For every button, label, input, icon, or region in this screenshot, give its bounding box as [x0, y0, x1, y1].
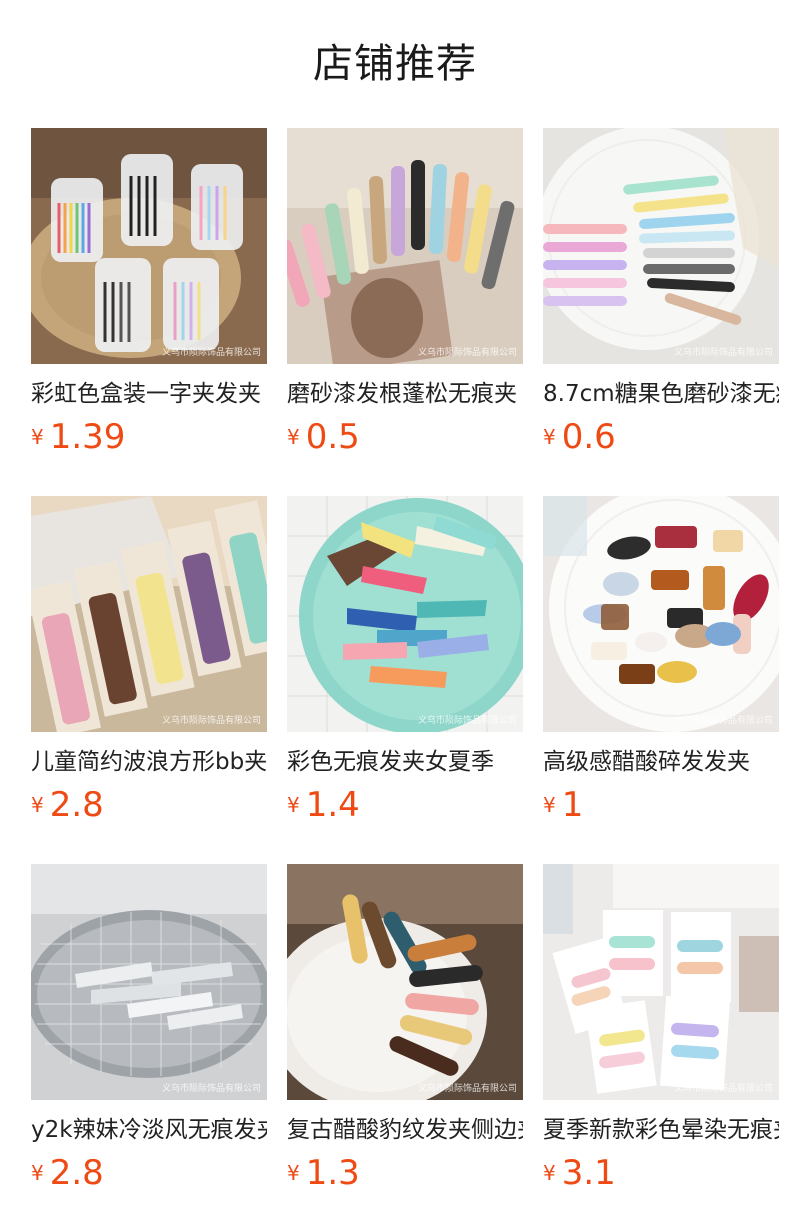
product-image[interactable]: 义乌市陨际饰品有限公司	[543, 128, 779, 364]
wave-bb-clips-image	[31, 496, 267, 732]
colorful-seamless-clips-image	[287, 496, 523, 732]
product-card[interactable]: 义乌市陨际饰品有限公司 8.7cm糖果色磨砂漆无痕夹 ¥0.6	[543, 128, 779, 458]
product-image[interactable]: 义乌市陨际饰品有限公司	[31, 496, 267, 732]
product-price: ¥1.3	[287, 1152, 360, 1194]
product-name[interactable]: 儿童简约波浪方形bb夹	[31, 746, 267, 778]
rainbow-boxed-clips-image	[31, 128, 267, 364]
price-amount: 1.39	[49, 417, 126, 457]
product-image[interactable]: 义乌市陨际饰品有限公司	[31, 864, 267, 1100]
image-watermark: 义乌市陨际饰品有限公司	[161, 716, 261, 726]
currency-symbol: ¥	[31, 1161, 44, 1185]
product-name[interactable]: 彩色无痕发夹女夏季	[287, 746, 523, 778]
currency-symbol: ¥	[543, 1161, 556, 1185]
matte-root-clips-image	[287, 128, 523, 364]
product-name[interactable]: 复古醋酸豹纹发夹侧边夹	[287, 1114, 523, 1146]
gradient-dye-clips-image	[543, 864, 779, 1100]
product-image[interactable]: 义乌市陨际饰品有限公司	[543, 496, 779, 732]
acetate-clips-image	[543, 496, 779, 732]
product-image[interactable]: 义乌市陨际饰品有限公司	[543, 864, 779, 1100]
product-card[interactable]: 义乌市陨际饰品有限公司 y2k辣妹冷淡风无痕发夹 ¥2.8	[31, 864, 267, 1194]
product-price: ¥3.1	[543, 1152, 616, 1194]
silver-clips-basket-image	[31, 864, 267, 1100]
product-card[interactable]: 义乌市陨际饰品有限公司 高级感醋酸碎发发夹 ¥1	[543, 496, 779, 826]
candy-color-clips-image	[543, 128, 779, 364]
image-watermark: 义乌市陨际饰品有限公司	[417, 716, 517, 726]
product-price: ¥1.39	[31, 416, 125, 458]
product-price: ¥1	[543, 784, 583, 826]
price-amount: 2.8	[49, 785, 104, 825]
product-name[interactable]: 彩虹色盒装一字夹发夹	[31, 378, 267, 410]
product-name[interactable]: 磨砂漆发根蓬松无痕夹	[287, 378, 523, 410]
product-price: ¥2.8	[31, 784, 104, 826]
currency-symbol: ¥	[287, 1161, 300, 1185]
product-name[interactable]: 夏季新款彩色晕染无痕夹	[543, 1114, 779, 1146]
section-title: 店铺推荐	[313, 41, 477, 87]
image-watermark: 义乌市陨际饰品有限公司	[673, 348, 773, 358]
currency-symbol: ¥	[31, 425, 44, 449]
image-watermark: 义乌市陨际饰品有限公司	[417, 1084, 517, 1094]
product-card[interactable]: 义乌市陨际饰品有限公司 复古醋酸豹纹发夹侧边夹 ¥1.3	[287, 864, 523, 1194]
currency-symbol: ¥	[543, 425, 556, 449]
product-name[interactable]: 8.7cm糖果色磨砂漆无痕夹	[543, 378, 779, 410]
image-watermark: 义乌市陨际饰品有限公司	[673, 716, 773, 726]
product-card[interactable]: 义乌市陨际饰品有限公司 彩色无痕发夹女夏季 ¥1.4	[287, 496, 523, 826]
price-amount: 1.4	[305, 785, 360, 825]
product-name[interactable]: 高级感醋酸碎发发夹	[543, 746, 779, 778]
price-amount: 0.6	[561, 417, 616, 457]
currency-symbol: ¥	[543, 793, 556, 817]
product-card[interactable]: 义乌市陨际饰品有限公司 彩虹色盒装一字夹发夹 ¥1.39	[31, 128, 267, 458]
price-amount: 1.3	[305, 1153, 360, 1193]
product-name[interactable]: y2k辣妹冷淡风无痕发夹	[31, 1114, 267, 1146]
currency-symbol: ¥	[287, 793, 300, 817]
product-image[interactable]: 义乌市陨际饰品有限公司	[287, 496, 523, 732]
product-card[interactable]: 义乌市陨际饰品有限公司 磨砂漆发根蓬松无痕夹 ¥0.5	[287, 128, 523, 458]
product-card[interactable]: 义乌市陨际饰品有限公司 儿童简约波浪方形bb夹 ¥2.8	[31, 496, 267, 826]
product-price: ¥2.8	[31, 1152, 104, 1194]
image-watermark: 义乌市陨际饰品有限公司	[161, 348, 261, 358]
product-image[interactable]: 义乌市陨际饰品有限公司	[31, 128, 267, 364]
price-amount: 3.1	[561, 1153, 616, 1193]
image-watermark: 义乌市陨际饰品有限公司	[673, 1084, 773, 1094]
product-image[interactable]: 义乌市陨际饰品有限公司	[287, 864, 523, 1100]
product-price: ¥1.4	[287, 784, 360, 826]
product-price: ¥0.6	[543, 416, 616, 458]
leopard-acetate-clips-image	[287, 864, 523, 1100]
product-price: ¥0.5	[287, 416, 360, 458]
image-watermark: 义乌市陨际饰品有限公司	[161, 1084, 261, 1094]
price-amount: 1	[561, 785, 584, 825]
product-card[interactable]: 义乌市陨际饰品有限公司 夏季新款彩色晕染无痕夹 ¥3.1	[543, 864, 779, 1194]
product-image[interactable]: 义乌市陨际饰品有限公司	[287, 128, 523, 364]
currency-symbol: ¥	[287, 425, 300, 449]
currency-symbol: ¥	[31, 793, 44, 817]
price-amount: 0.5	[305, 417, 360, 457]
image-watermark: 义乌市陨际饰品有限公司	[417, 348, 517, 358]
price-amount: 2.8	[49, 1153, 104, 1193]
